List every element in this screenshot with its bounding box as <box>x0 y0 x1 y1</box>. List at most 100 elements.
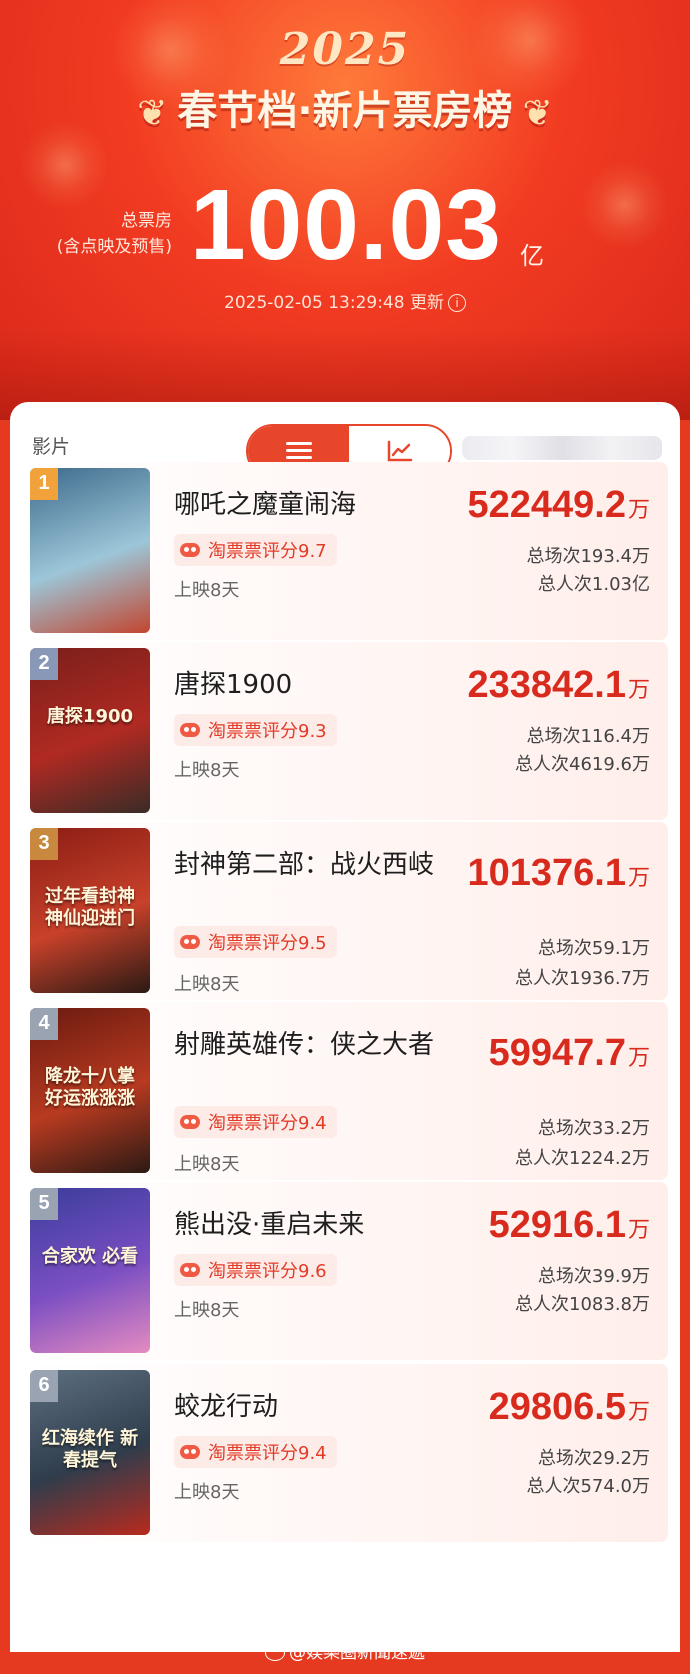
box-office-gross: 233842.1万 <box>467 664 650 707</box>
list-icon <box>285 441 312 461</box>
rank-badge: 6 <box>30 1370 58 1402</box>
total-admissions: 总人次574.0万 <box>526 1476 650 1497</box>
rating-badge: 淘票票评分9.6 <box>174 1254 337 1286</box>
taopiaopiao-icon <box>180 1445 200 1459</box>
days-released: 上映8天 <box>174 760 240 781</box>
update-time: 2025-02-05 13:29:48 更新 i <box>0 288 690 313</box>
movie-poster[interactable]: 1 <box>30 468 150 633</box>
poster-caption: 降龙十八掌 好运涨涨涨 <box>45 1066 135 1109</box>
poster-caption: 红海续作 新春提气 <box>41 1428 139 1471</box>
total-box-office: 总票房 (含点映及预售) 100.03 亿 <box>0 169 690 281</box>
title-text: 春节档·新片票房榜 <box>177 88 513 134</box>
column-label-movie: 影片 <box>32 436 71 458</box>
total-shows: 总场次193.4万 <box>526 546 650 567</box>
movie-row[interactable]: 1 哪吒之魔童闹海 淘票票评分9.7 上映8天 522449.2万 总场次193… <box>22 462 668 640</box>
laurel-left-icon: ❦ <box>137 92 168 134</box>
gross-value: 29806.5 <box>488 1386 626 1428</box>
box-office-gross: 59947.7万 <box>489 1032 650 1075</box>
rating-text: 淘票票评分9.4 <box>208 1113 327 1134</box>
total-admissions: 总人次1.03亿 <box>537 574 650 595</box>
rating-text: 淘票票评分9.4 <box>208 1443 327 1464</box>
rank-badge: 2 <box>30 648 58 680</box>
days-released: 上映8天 <box>174 1482 240 1503</box>
movie-row[interactable]: 唐探1900 2 唐探1900 淘票票评分9.3 上映8天 233842.1万 … <box>22 642 668 820</box>
header-banner: 2025 ❦ 春节档·新片票房榜 ❦ 总票房 (含点映及预售) 100.03 亿 2… <box>0 0 690 420</box>
total-admissions: 总人次1224.2万 <box>515 1148 650 1169</box>
movie-title[interactable]: 蛟龙行动 <box>174 1388 444 1426</box>
gross-value: 233842.1 <box>467 664 626 706</box>
watermark: @娱樂圈新聞速遞 <box>0 1638 690 1663</box>
movie-row[interactable]: 红海续作 新春提气 6 蛟龙行动 淘票票评分9.4 上映8天 29806.5万 … <box>22 1364 668 1542</box>
gross-value: 101376.1 <box>467 852 626 894</box>
movie-poster[interactable]: 红海续作 新春提气 6 <box>30 1370 150 1535</box>
gross-unit: 万 <box>627 1046 650 1071</box>
box-office-gross: 101376.1万 <box>467 852 650 895</box>
taopiaopiao-icon <box>180 1263 200 1277</box>
total-unit: 亿 <box>520 242 544 270</box>
rank-badge: 1 <box>30 468 58 500</box>
poster-caption: 唐探1900 <box>46 706 134 727</box>
movie-row[interactable]: 合家欢 必看 5 熊出没·重启未来 淘票票评分9.6 上映8天 52916.1万… <box>22 1182 668 1360</box>
movie-row[interactable]: 过年看封神 神仙迎进门 3 封神第二部：战火西岐 淘票票评分9.5 上映8天 1… <box>22 822 668 1000</box>
taopiaopiao-icon <box>180 723 200 737</box>
total-admissions: 总人次4619.6万 <box>515 754 650 775</box>
movie-title[interactable]: 射雕英雄传：侠之大者 <box>174 1026 444 1064</box>
ranking-card: 影片 1 哪吒之魔童闹海 淘票票评分9.7 上映8天 522449.2万 总场次… <box>10 402 680 1652</box>
gross-unit: 万 <box>627 866 650 891</box>
gross-value: 59947.7 <box>488 1032 626 1074</box>
rating-text: 淘票票评分9.5 <box>208 933 327 954</box>
total-admissions: 总人次1083.8万 <box>515 1294 650 1315</box>
taopiaopiao-icon <box>180 935 200 949</box>
days-released: 上映8天 <box>174 1154 240 1175</box>
gross-unit: 万 <box>627 498 650 523</box>
taopiaopiao-icon <box>180 1115 200 1129</box>
gross-unit: 万 <box>627 1400 650 1425</box>
rating-badge: 淘票票评分9.3 <box>174 714 337 746</box>
trend-chart-icon <box>387 440 412 462</box>
movie-title[interactable]: 唐探1900 <box>174 666 444 704</box>
box-office-gross: 522449.2万 <box>467 484 650 527</box>
box-office-gross: 52916.1万 <box>489 1204 650 1247</box>
days-released: 上映8天 <box>174 580 240 601</box>
gross-value: 522449.2 <box>467 484 626 526</box>
gross-unit: 万 <box>627 1218 650 1243</box>
total-shows: 总场次29.2万 <box>537 1448 650 1469</box>
movie-poster[interactable]: 唐探1900 2 <box>30 648 150 813</box>
total-shows: 总场次59.1万 <box>537 938 650 959</box>
rank-badge: 5 <box>30 1188 58 1220</box>
gross-unit: 万 <box>627 678 650 703</box>
movie-poster[interactable]: 降龙十八掌 好运涨涨涨 4 <box>30 1008 150 1173</box>
days-released: 上映8天 <box>174 974 240 995</box>
total-value: 100.03 <box>190 169 502 281</box>
rank-badge: 3 <box>30 828 58 860</box>
page-title: ❦ 春节档·新片票房榜 ❦ <box>0 78 690 136</box>
rating-badge: 淘票票评分9.7 <box>174 534 337 566</box>
total-shows: 总场次116.4万 <box>526 726 650 747</box>
movie-title[interactable]: 熊出没·重启未来 <box>174 1206 444 1244</box>
total-shows: 总场次39.9万 <box>537 1266 650 1287</box>
total-label: 总票房 (含点映及预售) <box>56 211 172 257</box>
rating-badge: 淘票票评分9.4 <box>174 1436 337 1468</box>
poster-caption: 合家欢 必看 <box>41 1246 139 1267</box>
taopiaopiao-icon <box>180 543 200 557</box>
poster-caption: 过年看封神 神仙迎进门 <box>45 886 135 929</box>
laurel-right-icon: ❦ <box>522 92 553 134</box>
movie-poster[interactable]: 合家欢 必看 5 <box>30 1188 150 1353</box>
rating-badge: 淘票票评分9.4 <box>174 1106 337 1138</box>
gross-value: 52916.1 <box>488 1204 626 1246</box>
info-icon[interactable]: i <box>447 294 466 312</box>
rating-text: 淘票票评分9.3 <box>208 721 327 742</box>
total-shows: 总场次33.2万 <box>537 1118 650 1139</box>
movie-title[interactable]: 封神第二部：战火西岐 <box>174 846 444 884</box>
movie-poster[interactable]: 过年看封神 神仙迎进门 3 <box>30 828 150 993</box>
rating-text: 淘票票评分9.6 <box>208 1261 327 1282</box>
total-admissions: 总人次1936.7万 <box>515 968 650 989</box>
days-released: 上映8天 <box>174 1300 240 1321</box>
blurred-region <box>462 436 662 460</box>
rating-badge: 淘票票评分9.5 <box>174 926 337 958</box>
rating-text: 淘票票评分9.7 <box>208 541 327 562</box>
movie-title[interactable]: 哪吒之魔童闹海 <box>174 486 444 524</box>
year-logo: 2025 <box>279 24 411 75</box>
movie-row[interactable]: 降龙十八掌 好运涨涨涨 4 射雕英雄传：侠之大者 淘票票评分9.4 上映8天 5… <box>22 1002 668 1180</box>
rank-badge: 4 <box>30 1008 58 1040</box>
